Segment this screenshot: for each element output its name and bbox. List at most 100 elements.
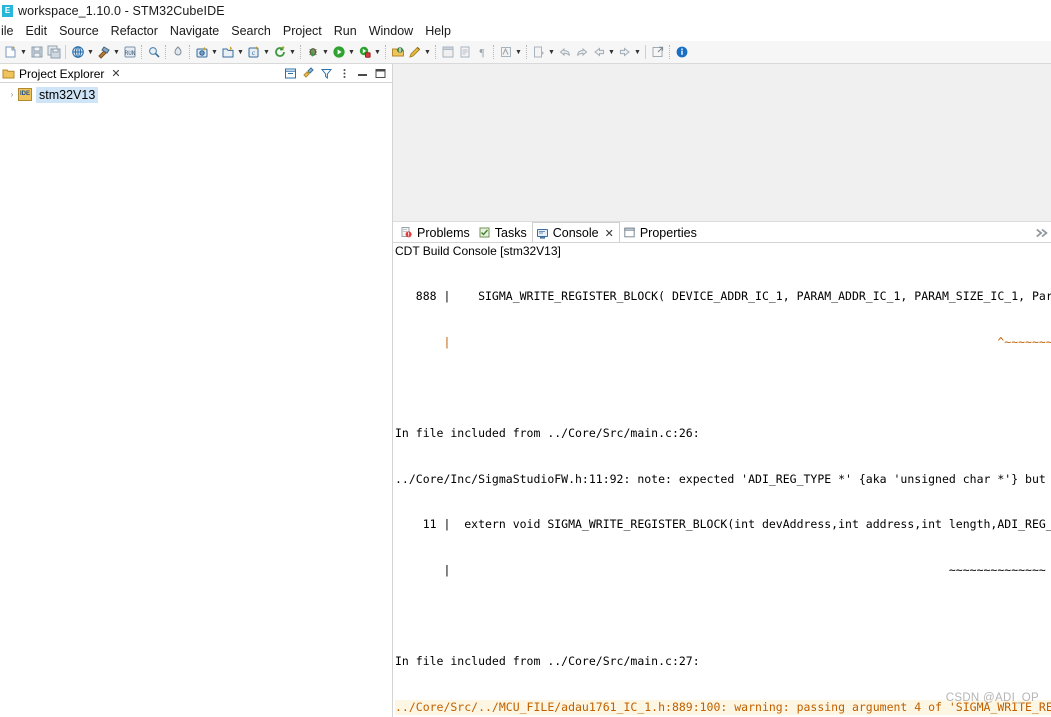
tasks-icon <box>478 226 491 239</box>
pencil-dropdown-arrow[interactable]: ▼ <box>423 43 432 61</box>
project-explorer-icon <box>2 67 15 80</box>
tab-problems-label: Problems <box>417 225 470 240</box>
toolbar-separator <box>141 45 142 59</box>
print-icon[interactable] <box>169 43 186 61</box>
debug-bug-icon[interactable] <box>304 43 321 61</box>
console-line: | ^~~~~~~~~~ <box>395 335 1051 349</box>
toolbar-separator <box>435 45 436 59</box>
project-tree: › IDE stm32V13 <box>0 83 392 717</box>
toolbar-separator <box>669 45 670 59</box>
run-config-icon[interactable] <box>219 43 236 61</box>
new-file-dropdown-arrow[interactable]: ▼ <box>19 43 28 61</box>
menu-help[interactable]: Help <box>419 21 457 41</box>
console-line: In file included from ../Core/Src/main.c… <box>395 654 700 669</box>
new-file-icon[interactable] <box>2 43 19 61</box>
build-all-dropdown-arrow[interactable]: ▼ <box>86 43 95 61</box>
refresh-green-icon[interactable] <box>271 43 288 61</box>
next-annotation-dropdown-arrow[interactable]: ▼ <box>547 43 556 61</box>
next-annotation-icon[interactable] <box>530 43 547 61</box>
tab-problems[interactable]: Problems <box>397 222 475 243</box>
editor-and-console-area: Problems Tasks Console ✕ Properties CDT … <box>393 64 1051 717</box>
open-perspective-icon[interactable] <box>649 43 666 61</box>
collapse-all-icon[interactable] <box>283 67 297 81</box>
menu-file[interactable]: ile <box>0 21 20 41</box>
build-all-icon[interactable] <box>69 43 86 61</box>
watermark-label: CSDN @ADI_OP <box>945 691 1039 704</box>
c-project-dropdown-arrow[interactable]: ▼ <box>262 43 271 61</box>
run-config-dropdown-arrow[interactable]: ▼ <box>236 43 245 61</box>
run-external-dropdown-arrow[interactable]: ▼ <box>373 43 382 61</box>
pilcrow-icon[interactable]: ¶ <box>473 43 490 61</box>
run-play-icon[interactable] <box>330 43 347 61</box>
forward-arrow-icon[interactable] <box>573 43 590 61</box>
next-edit-dropdown-arrow[interactable]: ▼ <box>633 43 642 61</box>
menu-search[interactable]: Search <box>225 21 277 41</box>
menu-source[interactable]: Source <box>53 21 105 41</box>
svg-text:RUN: RUN <box>124 50 135 57</box>
build-config-icon[interactable]: RUN <box>121 43 138 61</box>
tab-console[interactable]: Console ✕ <box>531 222 620 243</box>
debug-config-icon[interactable] <box>193 43 210 61</box>
menu-run[interactable]: Run <box>328 21 363 41</box>
console-output[interactable]: 888 | SIGMA_WRITE_REGISTER_BLOCK( DEVICE… <box>393 259 1051 717</box>
information-icon[interactable] <box>673 43 690 61</box>
save-icon[interactable] <box>28 43 45 61</box>
console-title-label: CDT Build Console [stm32V13] <box>393 243 1051 259</box>
build-hammer-dropdown-arrow[interactable]: ▼ <box>112 43 121 61</box>
previous-edit-icon[interactable] <box>590 43 607 61</box>
previous-edit-dropdown-arrow[interactable]: ▼ <box>607 43 616 61</box>
close-icon[interactable]: ✕ <box>605 227 614 240</box>
toolbar-separator <box>493 45 494 59</box>
search-icon[interactable] <box>145 43 162 61</box>
filter-icon[interactable] <box>319 67 333 81</box>
project-explorer-toolbar <box>283 67 392 81</box>
console-line: In file included from ../Core/Src/main.c… <box>395 426 700 441</box>
c-project-icon[interactable]: c <box>245 43 262 61</box>
link-with-editor-icon[interactable] <box>301 67 315 81</box>
debug-config-dropdown-arrow[interactable]: ▼ <box>210 43 219 61</box>
menu-refactor[interactable]: Refactor <box>105 21 164 41</box>
window-title-bar: E workspace_1.10.0 - STM32CubeIDE <box>0 0 1051 21</box>
menu-bar: ile Edit Source Refactor Navigate Search… <box>0 21 1051 41</box>
view-menu-icon[interactable] <box>337 67 351 81</box>
next-edit-icon[interactable] <box>616 43 633 61</box>
menu-window[interactable]: Window <box>363 21 419 41</box>
window-title: workspace_1.10.0 - STM32CubeIDE <box>18 3 225 18</box>
minimize-icon[interactable] <box>355 67 369 81</box>
tabbar-divider <box>393 242 1051 243</box>
pencil-icon[interactable] <box>406 43 423 61</box>
toolbar-separator <box>300 45 301 59</box>
toolbar-separator <box>165 45 166 59</box>
refresh-dropdown-arrow[interactable]: ▼ <box>288 43 297 61</box>
close-icon[interactable]: ✕ <box>109 67 122 80</box>
back-arrow-icon[interactable] <box>556 43 573 61</box>
run-dropdown-arrow[interactable]: ▼ <box>347 43 356 61</box>
tab-properties[interactable]: Properties <box>620 222 702 243</box>
chevron-right-icon[interactable]: › <box>6 89 18 101</box>
run-external-icon[interactable] <box>356 43 373 61</box>
project-icon: IDE <box>18 88 32 101</box>
maximize-icon[interactable] <box>373 67 387 81</box>
build-hammer-icon[interactable] <box>95 43 112 61</box>
new-editor-icon[interactable] <box>456 43 473 61</box>
console-line: 11 | extern void SIGMA_WRITE_REGISTER_BL… <box>395 517 1051 532</box>
console-tabbar: Problems Tasks Console ✕ Properties <box>393 222 1051 243</box>
open-folder-icon[interactable] <box>389 43 406 61</box>
main-toolbar: ▼ ▼ ▼ RUN ▼ ▼ c ▼ ▼ ▼ ▼ ▼ ▼ ¶ ▼ ▼ ▼ ▼ <box>0 41 1051 64</box>
save-all-icon[interactable] <box>45 43 62 61</box>
menu-edit[interactable]: Edit <box>20 21 54 41</box>
toggle-mark-icon[interactable] <box>497 43 514 61</box>
debug-dropdown-arrow[interactable]: ▼ <box>321 43 330 61</box>
toggle-mark-dropdown-arrow[interactable]: ▼ <box>514 43 523 61</box>
new-window-icon[interactable] <box>439 43 456 61</box>
console-toolbar-overflow-icon[interactable] <box>1035 226 1049 240</box>
workbench-body: Project Explorer ✕ › IDE stm32V13 Proble… <box>0 64 1051 717</box>
menu-navigate[interactable]: Navigate <box>164 21 225 41</box>
tab-tasks[interactable]: Tasks <box>475 222 532 243</box>
tab-project-explorer[interactable]: Project Explorer ✕ <box>0 64 127 83</box>
tabbar-divider <box>0 82 392 83</box>
menu-project[interactable]: Project <box>277 21 328 41</box>
list-item[interactable]: › IDE stm32V13 <box>0 86 392 103</box>
